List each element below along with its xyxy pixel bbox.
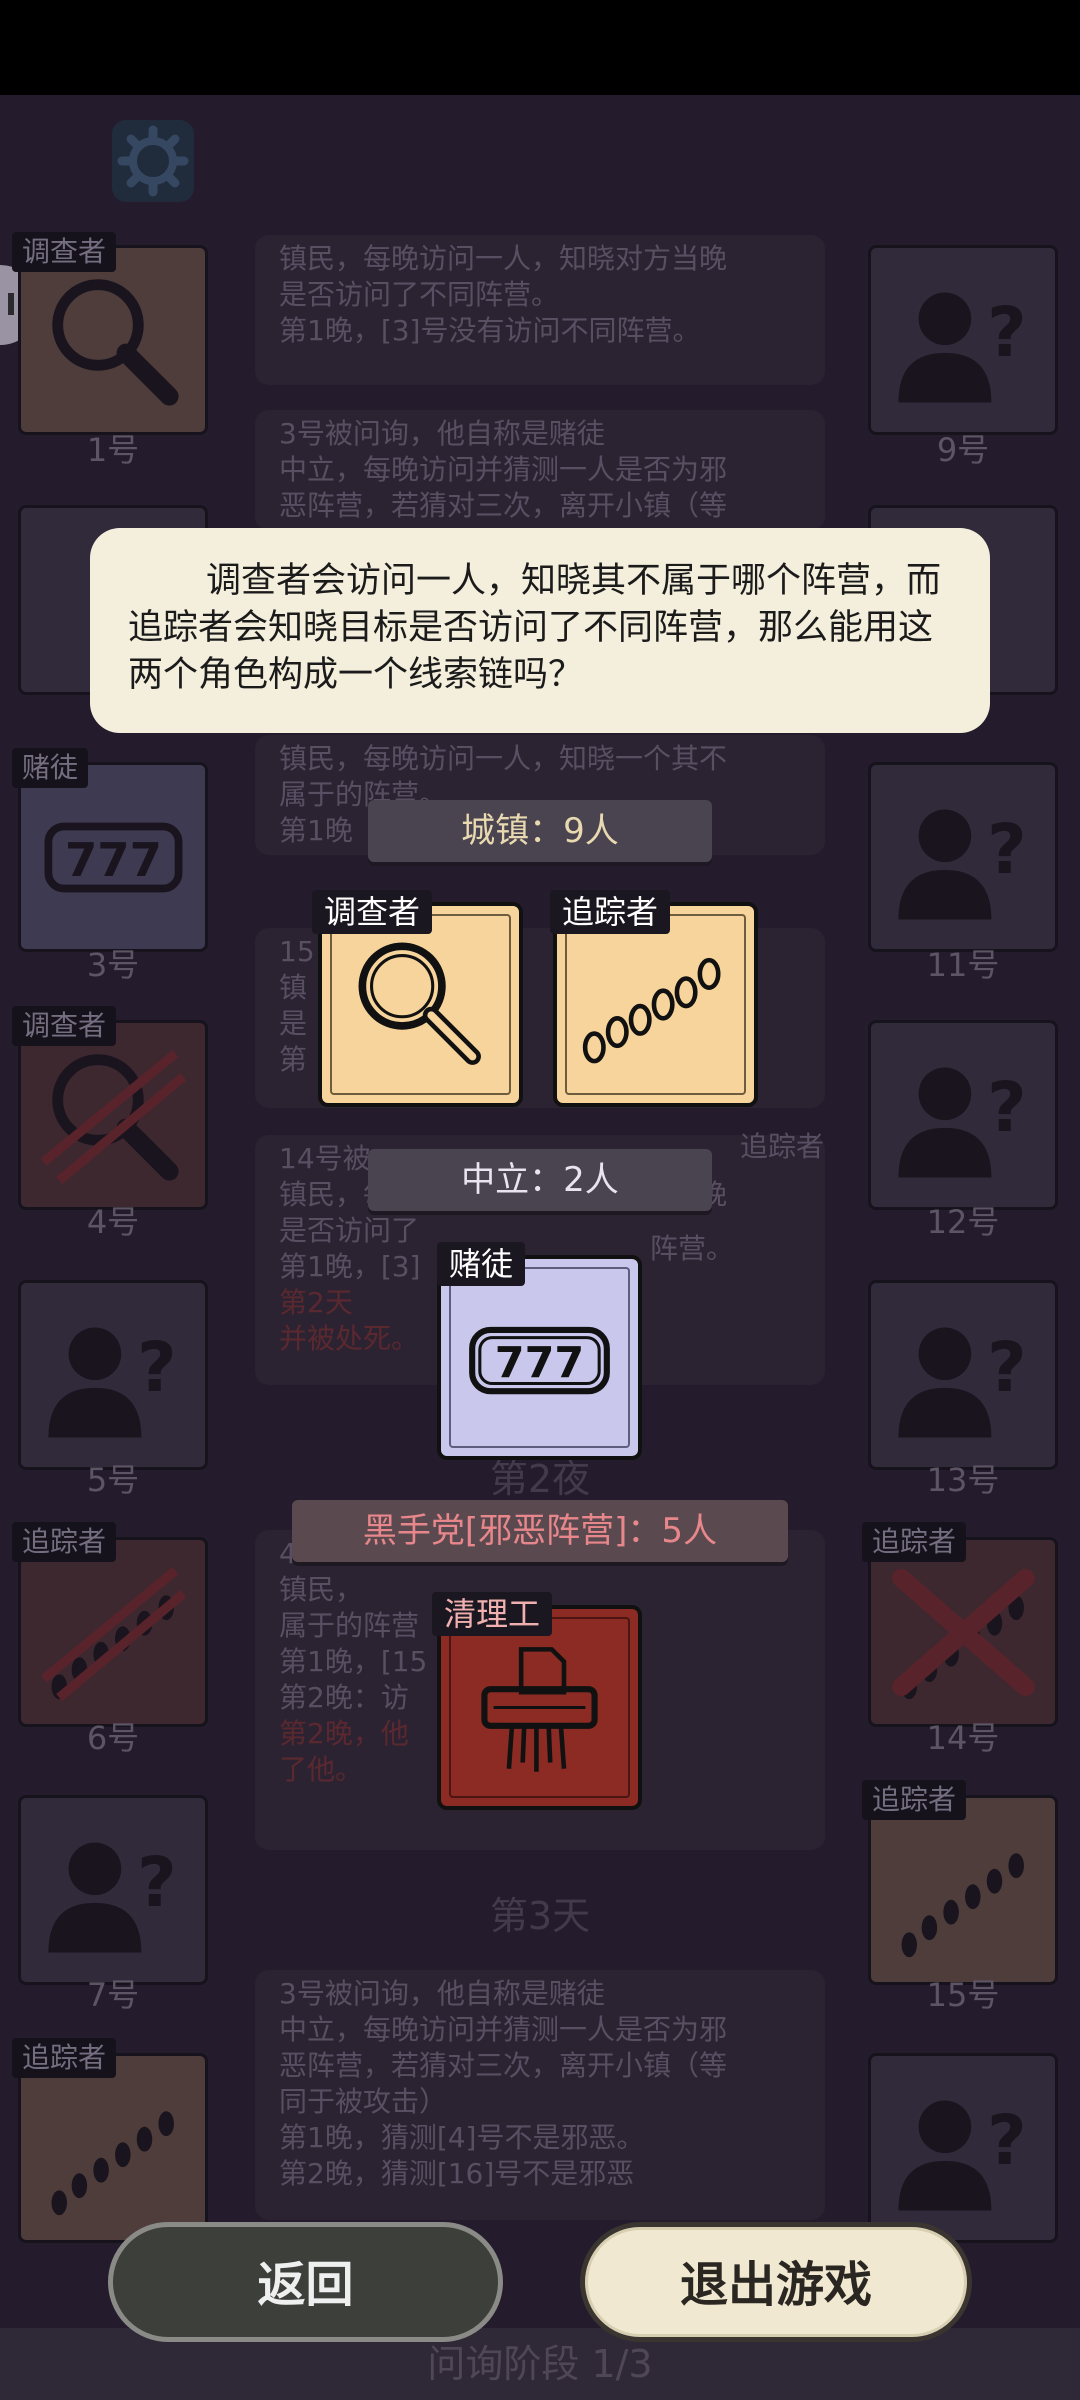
question-bubble: 调查者会访问一人，知晓其不属于哪个阵营，而追踪者会知晓目标是否访问了不同阵营，那… xyxy=(90,528,990,733)
role-label-cleaner: 清理工 xyxy=(432,1592,553,1636)
faction-banner-evil: 黑手党[邪恶阵营]：5人 xyxy=(292,1500,788,1562)
shredder-icon xyxy=(481,1647,598,1772)
status-bar xyxy=(0,0,1080,95)
faction-banner-town: 城镇：9人 xyxy=(368,800,712,862)
role-label-gambler: 赌徒 xyxy=(437,1242,526,1286)
magnifier-icon xyxy=(358,942,481,1065)
role-label-tracker: 追踪者 xyxy=(550,890,671,934)
dim-overlay xyxy=(0,95,1080,2400)
footprints-icon xyxy=(582,957,721,1064)
slot-machine-icon: 777 xyxy=(469,1326,610,1395)
back-button[interactable]: 返回 xyxy=(108,2222,503,2342)
role-label-investigator: 调查者 xyxy=(312,890,433,934)
faction-banner-neutral: 中立：2人 xyxy=(368,1149,712,1211)
svg-text:777: 777 xyxy=(495,1338,584,1388)
exit-game-button[interactable]: 退出游戏 xyxy=(580,2222,972,2342)
